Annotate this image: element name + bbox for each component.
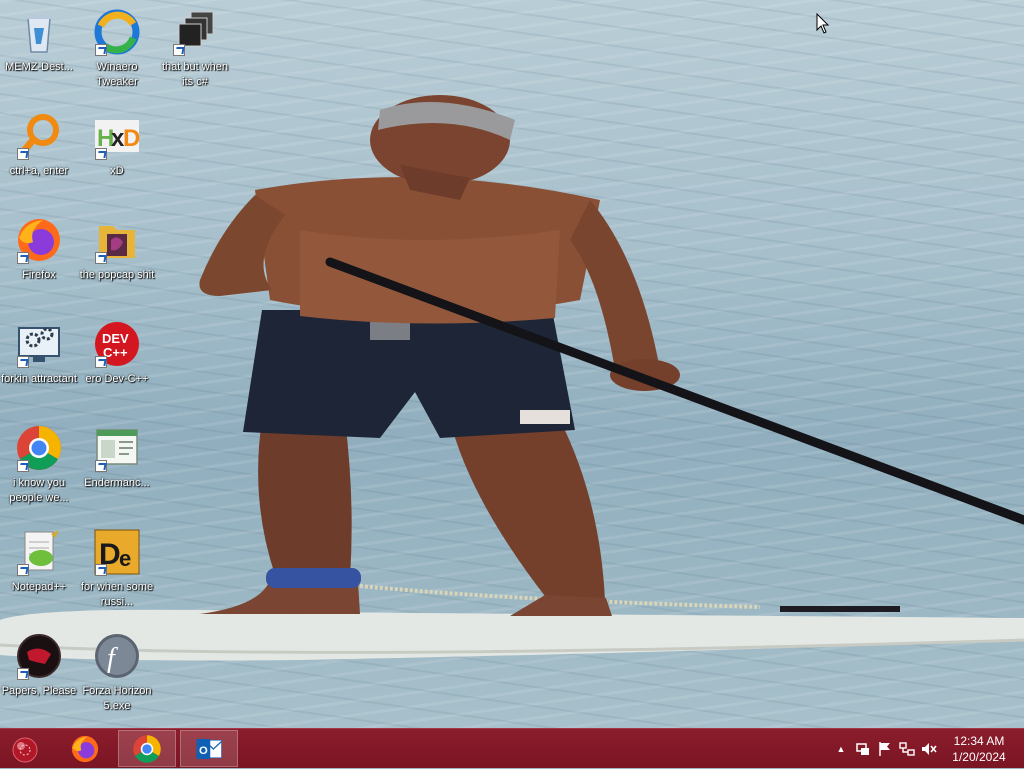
desktop-icon-label: Endermanc... [84,477,150,489]
action-center-flag-icon [879,742,890,756]
shortcut-arrow-icon [95,44,107,56]
clock-date: 1/20/2024 [952,750,1006,764]
shortcut-arrow-icon [17,668,29,680]
clock-time: 12:34 AM [953,734,1005,748]
firefox-icon [71,735,99,762]
shortcut-arrow-icon [95,564,107,576]
tray-action-center[interactable] [874,738,896,760]
taskbar: O ▲ 12:34 AM 1/20/2024 [0,728,1024,768]
firefox-icon [15,216,63,264]
desktop-icon-ctrl-a-enter[interactable]: ctrl+a, enter [0,112,78,179]
tray-network-adapter[interactable] [852,738,874,760]
network-icon [899,742,915,756]
desktop-icon-firefox[interactable]: Firefox [0,216,78,283]
network-adapter-icon [856,743,869,755]
start-orb-icon [12,737,38,763]
shortcut-arrow-icon [17,356,29,368]
desktop-icon-notepadpp[interactable]: Notepad++ [0,528,78,595]
papers-please-icon [15,632,63,680]
start-button[interactable] [6,732,44,766]
shortcut-arrow-icon [17,252,29,264]
desktop-icon-label: Winaero Tweaker [96,61,138,88]
desktop-icon-label: xD [110,165,124,177]
desktop-icon-label: Forza Horizon 5.exe [82,685,152,712]
show-hidden-icons-button[interactable]: ▲ [830,738,852,760]
notepadpp-icon [15,528,63,576]
desktop-icon-label: Notepad++ [11,581,67,593]
desktop-icon-label: Firefox [22,269,56,281]
settings-monitor-icon [15,320,63,368]
shortcut-arrow-icon [95,356,107,368]
desktop-icon-the-popcap[interactable]: the popcap shit [78,216,156,283]
shortcut-arrow-icon [95,148,107,160]
chrome-icon [15,424,63,472]
desktop-icon-label: i know you people we... [9,477,69,504]
svg-text:D: D [123,125,140,152]
svg-text:DEV: DEV [102,331,129,346]
chrome-icon [133,734,161,763]
system-tray: ▲ 12:34 AM 1/20/2024 [830,729,1024,769]
desktop-icon-label: ctrl+a, enter [9,165,69,177]
stacked-windows-icon [171,8,219,56]
shortcut-arrow-icon [17,564,29,576]
volume-muted-icon [922,743,937,755]
shortcut-arrow-icon [95,460,107,472]
taskbar-app-chrome[interactable] [118,730,176,767]
desktop-icon-label: that but when its c# [161,61,229,88]
desktop-icon-label: the popcap shit [79,269,155,281]
shortcut-arrow-icon [17,148,29,160]
desktop-icon-memz[interactable]: MEMZ-Dest... [0,8,78,75]
taskbar-app-firefox[interactable] [56,730,114,767]
tray-network[interactable] [896,738,918,760]
desktop-icon-forza-horizon[interactable]: f Forza Horizon 5.exe [78,632,156,714]
magnifier-icon [15,112,63,160]
window-app-icon [93,424,141,472]
folder-icon [93,216,141,264]
mouse-cursor-icon [816,13,830,34]
desktop-icon-label: MEMZ-Dest... [5,61,73,73]
outlook-icon: O [196,738,222,759]
shortcut-arrow-icon [17,460,29,472]
shortcut-arrow-icon [95,252,107,264]
recycle-bin-icon [15,8,63,56]
taskbar-clock[interactable]: 12:34 AM 1/20/2024 [944,733,1014,765]
flash-icon: f [93,632,141,680]
desktop-icon-winaero-tweaker[interactable]: Winaero Tweaker [78,8,156,90]
devcpp-icon: DEV C++ [93,320,141,368]
desktop-icon-i-know-you[interactable]: i know you people we... [0,424,78,506]
desktop-icon-for-when-some-russi[interactable]: De for when some russi... [78,528,156,610]
desktop-icon-dev-cpp[interactable]: DEV C++ ero Dev-C++ [78,320,156,387]
desktop-icon-label: ero Dev-C++ [85,373,149,385]
desktop-icon-xd[interactable]: HxD xD [78,112,156,179]
die-icon: De [93,528,141,576]
desktop-icon-label: Papers, Please [1,685,77,697]
desktop-icon-label: for when some russi... [80,581,154,608]
taskbar-app-outlook[interactable]: O [180,730,238,767]
hxd-icon: HxD [93,112,141,160]
desktop-icon-endermanch[interactable]: Endermanc... [78,424,156,491]
svg-text:e: e [119,546,131,571]
tray-volume[interactable] [918,738,940,760]
desktop-icon-label: forkin attractant [1,373,77,385]
shortcut-arrow-icon [173,44,185,56]
winaero-tweaker-icon [93,8,141,56]
chevron-up-icon: ▲ [836,744,846,754]
desktop-icon-that-but-when[interactable]: that but when its c# [156,8,234,90]
desktop-icon-forkin-attractant[interactable]: forkin attractant [0,320,78,387]
svg-text:O: O [199,745,208,757]
desktop-icon-papers-please[interactable]: Papers, Please [0,632,78,699]
